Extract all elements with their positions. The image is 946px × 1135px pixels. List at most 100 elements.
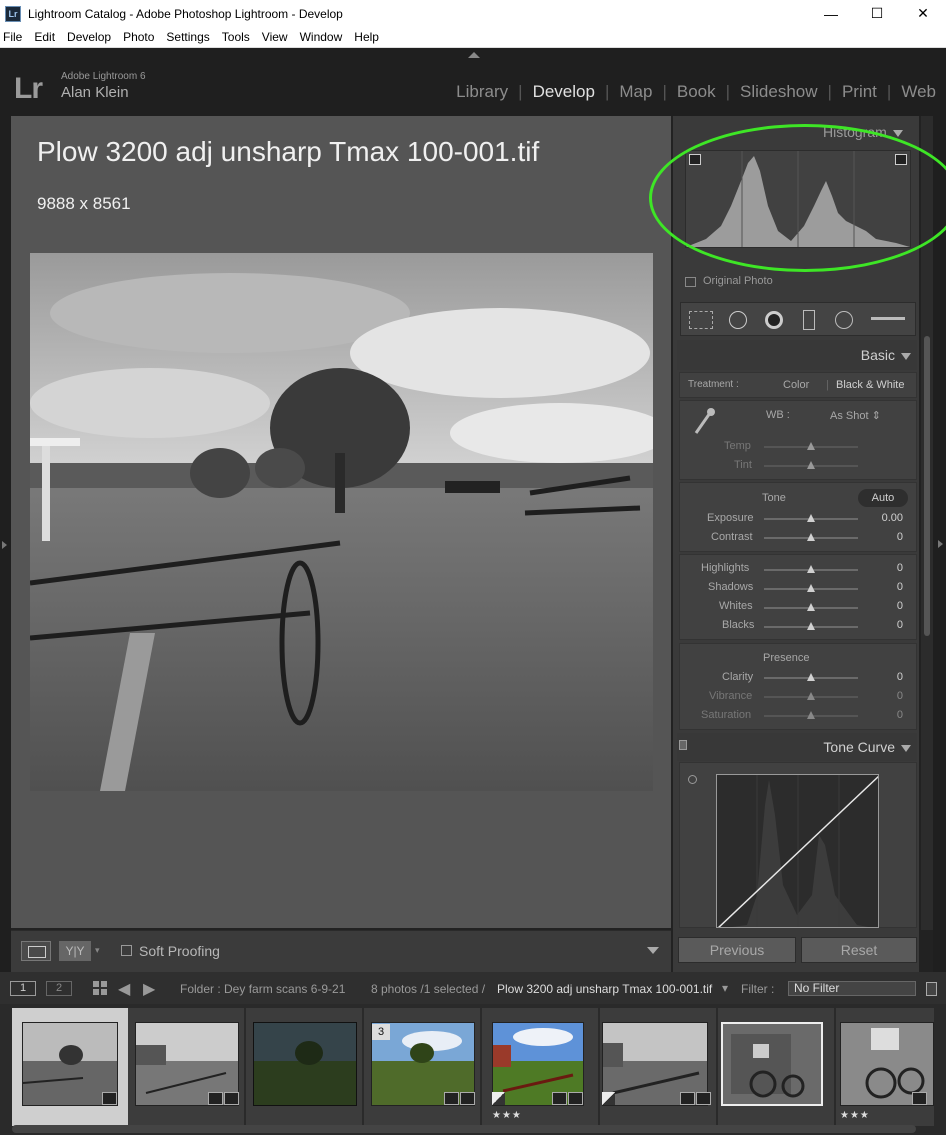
module-web[interactable]: Web [891, 82, 936, 102]
menu-edit[interactable]: Edit [28, 30, 61, 44]
treatment-color-option[interactable]: Color [783, 379, 809, 391]
filmstrip-thumb[interactable] [128, 1008, 244, 1126]
blacks-slider-knob[interactable] [807, 622, 815, 630]
whites-slider-knob[interactable] [807, 603, 815, 611]
highlights-slider-knob[interactable] [807, 565, 815, 573]
basic-collapse-icon[interactable] [901, 353, 911, 360]
toolbar-content-dropdown-icon[interactable] [647, 947, 659, 954]
filmstrip-thumb[interactable]: ★★★ [482, 1008, 598, 1126]
auto-tone-button[interactable]: Auto [858, 489, 908, 507]
spot-removal-icon[interactable] [729, 311, 747, 329]
exposure-slider-knob[interactable] [807, 514, 815, 522]
develop-adjusted-badge [208, 1092, 223, 1105]
module-slideshow[interactable]: Slideshow [730, 82, 828, 102]
filmstrip-thumb[interactable]: 3 [364, 1008, 480, 1126]
wb-eyedropper-icon[interactable] [692, 407, 716, 437]
develop-adjusted-badge [552, 1092, 567, 1105]
targeted-adjustment-icon[interactable] [688, 775, 697, 784]
treatment-bw-option[interactable]: Black & White [836, 379, 904, 391]
before-after-dropdown-icon[interactable]: ▾ [95, 945, 100, 956]
module-print[interactable]: Print [832, 82, 887, 102]
cropped-badge [460, 1092, 475, 1105]
module-library[interactable]: Library [446, 82, 518, 102]
shadows-slider-knob[interactable] [807, 584, 815, 592]
filter-lock-icon[interactable] [926, 982, 937, 996]
basic-panel-header[interactable]: Basic [677, 340, 917, 370]
tone-curve-panel-header[interactable]: Tone Curve [677, 733, 917, 761]
crop-tool-icon[interactable] [689, 311, 713, 329]
whites-value[interactable]: 0 [873, 600, 903, 612]
radial-filter-icon[interactable] [835, 311, 853, 329]
collapse-right-panel-icon[interactable] [938, 540, 943, 548]
maximize-button[interactable]: ☐ [854, 0, 900, 27]
before-after-button[interactable]: Y|Y [59, 941, 91, 961]
shadows-value[interactable]: 0 [873, 581, 903, 593]
tone-curve-toggle[interactable] [679, 740, 687, 750]
filmstrip-scrollbar[interactable] [12, 1125, 916, 1133]
previous-button[interactable]: Previous [678, 937, 796, 963]
back-arrow-icon[interactable]: ◀ [118, 979, 130, 999]
screen-1-button[interactable]: 1 [10, 981, 36, 996]
filmstrip-thumb[interactable]: ★★★ [836, 1008, 934, 1126]
left-panel-collapsed[interactable] [0, 116, 11, 972]
screen-2-button[interactable]: 2 [46, 981, 72, 996]
folder-source-label[interactable]: Folder : Dey farm scans 6-9-21 [180, 982, 345, 996]
temp-slider-knob[interactable] [807, 442, 815, 450]
menu-settings[interactable]: Settings [160, 30, 215, 44]
thumb-rating: ★★★ [840, 1110, 870, 1121]
contrast-value[interactable]: 0 [873, 531, 903, 543]
tone-curve-collapse-icon[interactable] [901, 745, 911, 752]
soft-proofing-checkbox[interactable] [121, 945, 132, 956]
exposure-value[interactable]: 0.00 [873, 512, 903, 524]
menu-tools[interactable]: Tools [216, 30, 256, 44]
filmstrip-thumb[interactable] [12, 1008, 128, 1126]
module-map[interactable]: Map [609, 82, 662, 102]
filmstrip-thumb[interactable] [718, 1008, 834, 1126]
filmstrip-thumb[interactable] [246, 1008, 362, 1126]
wb-select[interactable]: As Shot ⇕ [830, 409, 881, 422]
collapse-top-panel-icon[interactable] [468, 52, 480, 58]
menu-help[interactable]: Help [348, 30, 385, 44]
tool-strip [680, 302, 916, 336]
right-panel-edge[interactable] [933, 116, 946, 972]
grid-view-icon[interactable] [93, 981, 108, 996]
filter-select[interactable]: No Filter [788, 981, 916, 996]
menu-photo[interactable]: Photo [117, 30, 160, 44]
thumb-rating: ★★★ [492, 1110, 522, 1121]
menu-view[interactable]: View [256, 30, 294, 44]
wb-label: WB : [766, 409, 790, 421]
saturation-slider-knob[interactable] [807, 711, 815, 719]
graduated-filter-icon[interactable] [803, 310, 815, 330]
file-caret-icon[interactable]: ▾ [722, 981, 728, 995]
blacks-value[interactable]: 0 [873, 619, 903, 631]
expand-left-panel-icon[interactable] [2, 541, 7, 549]
saturation-value[interactable]: 0 [873, 709, 903, 721]
clarity-value[interactable]: 0 [873, 671, 903, 683]
tint-slider-knob[interactable] [807, 461, 815, 469]
main-photo[interactable] [30, 253, 653, 791]
tone-curve-graph[interactable] [716, 774, 879, 928]
module-develop[interactable]: Develop [523, 82, 605, 102]
selected-file-label[interactable]: Plow 3200 adj unsharp Tmax 100-001.tif [497, 982, 712, 996]
menu-develop[interactable]: Develop [61, 30, 117, 44]
minimize-button[interactable]: — [808, 0, 854, 27]
red-eye-icon[interactable] [765, 311, 783, 329]
reset-button[interactable]: Reset [801, 937, 917, 963]
clarity-slider-knob[interactable] [807, 673, 815, 681]
vibrance-value[interactable]: 0 [873, 690, 903, 702]
vibrance-slider-knob[interactable] [807, 692, 815, 700]
menu-window[interactable]: Window [294, 30, 349, 44]
contrast-slider-knob[interactable] [807, 533, 815, 541]
loupe-view-button[interactable] [21, 941, 51, 961]
module-book[interactable]: Book [667, 82, 726, 102]
stack-count-badge[interactable]: 3 [372, 1024, 390, 1040]
menu-file[interactable]: File [0, 30, 28, 44]
histogram-collapse-icon[interactable] [892, 130, 903, 137]
forward-arrow-icon[interactable]: ▶ [143, 979, 155, 999]
adjustment-brush-icon[interactable] [871, 317, 905, 320]
highlights-value[interactable]: 0 [873, 562, 903, 574]
original-photo-checkbox[interactable] [685, 277, 696, 287]
filmstrip-thumb[interactable] [600, 1008, 716, 1126]
close-button[interactable]: ✕ [900, 0, 946, 27]
temp-label: Temp [724, 440, 751, 452]
